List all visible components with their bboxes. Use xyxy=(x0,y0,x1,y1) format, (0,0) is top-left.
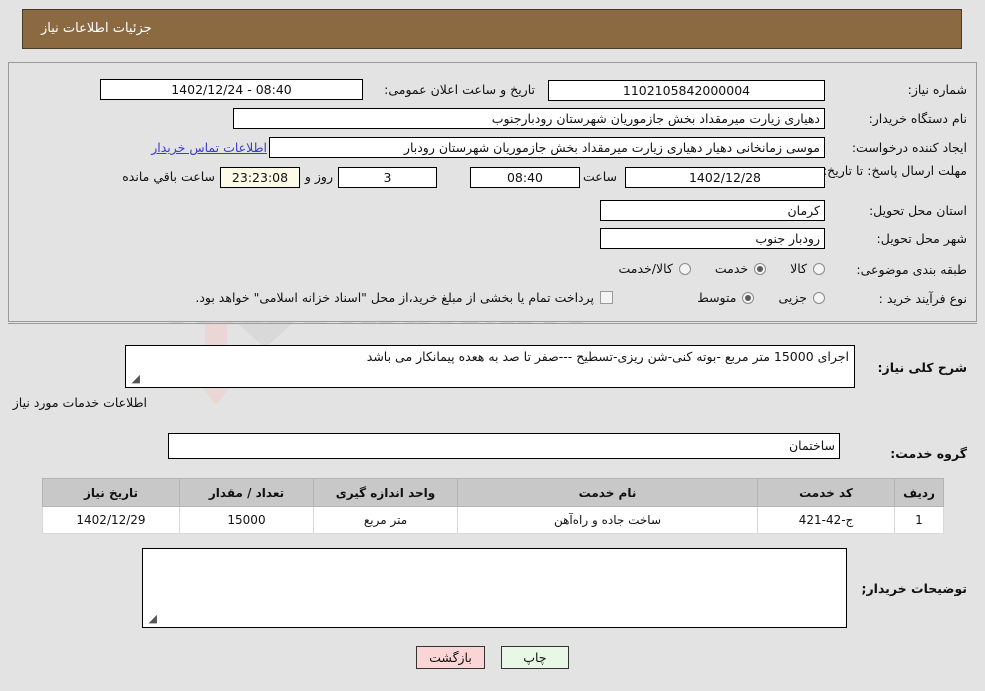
remaining-time-field: 23:23:08 xyxy=(220,167,300,188)
classification-radio-1[interactable] xyxy=(754,262,767,275)
td-service-name: ساخت جاده و راه‌آهن xyxy=(457,506,758,534)
buyer-org-field: دهیاری زیارت میرمقداد بخش جازموریان شهرس… xyxy=(233,108,825,129)
process-radio-0[interactable] xyxy=(813,291,825,304)
request-creator-label: ایجاد کننده درخواست: xyxy=(851,140,967,155)
service-group-label: گروه خدمت: xyxy=(890,446,967,461)
process-type-radio-group: جزیی متوسط xyxy=(679,290,825,305)
td-unit: متر مربع xyxy=(313,506,458,534)
classification-radio-0[interactable] xyxy=(813,262,825,275)
services-section-title: اطلاعات خدمات مورد نیاز xyxy=(12,395,147,410)
td-need-date: 1402/12/29 xyxy=(42,506,180,534)
td-quantity: 15000 xyxy=(179,506,314,534)
request-creator-field: موسی زمانخانی دهیار دهیاری زیارت میرمقدا… xyxy=(269,137,825,158)
panel-divider xyxy=(8,323,977,324)
th-row-index: ردیف xyxy=(894,478,944,507)
process-option-label-0: جزیی xyxy=(778,290,807,305)
page-header: جزئیات اطلاعات نیاز xyxy=(22,9,962,49)
classification-option-label-0: کالا xyxy=(790,261,807,276)
need-number-field: 1102105842000004 xyxy=(548,80,825,101)
announce-datetime-label: تاریخ و ساعت اعلان عمومی: xyxy=(384,82,535,97)
response-deadline-label: مهلت ارسال پاسخ: تا تاریخ: xyxy=(822,163,967,178)
delivery-province-field: کرمان xyxy=(600,200,825,221)
treasury-checkbox[interactable] xyxy=(600,291,613,304)
th-unit: واحد اندازه گیری xyxy=(313,478,458,507)
service-group-field: ساختمان xyxy=(168,433,840,459)
classification-label: طبقه بندی موضوعی: xyxy=(856,262,967,277)
buyer-notes-label: توضیحات خریدار; xyxy=(861,581,967,596)
classification-radio-2[interactable] xyxy=(678,262,691,275)
need-number-label: شماره نیاز: xyxy=(907,82,967,97)
need-summary-label: شرح کلی نیاز: xyxy=(877,360,967,375)
page-title: جزئیات اطلاعات نیاز xyxy=(41,21,152,36)
delivery-province-label: استان محل تحویل: xyxy=(868,203,967,218)
th-service-name: نام خدمت xyxy=(457,478,758,507)
th-need-date: تاریخ نیاز xyxy=(42,478,180,507)
deadline-hour-field: 08:40 xyxy=(470,167,580,188)
treasury-checkbox-group: پرداخت تمام یا بخشی از مبلغ خرید،از محل … xyxy=(195,290,613,305)
table-row: 1 ج-42-421 ساخت جاده و راه‌آهن متر مربع … xyxy=(42,506,944,534)
page-root: V AriaTender.net جزئیات اطلاعات نیاز شما… xyxy=(0,0,985,691)
treasury-checkbox-label: پرداخت تمام یا بخشی از مبلغ خرید،از محل … xyxy=(195,290,594,305)
process-type-label: نوع فرآیند خرید : xyxy=(878,291,967,306)
table-header-row: ردیف کد خدمت نام خدمت واحد اندازه گیری ت… xyxy=(42,478,944,507)
announce-datetime-field: 08:40 - 1402/12/24 xyxy=(100,79,363,100)
back-button[interactable]: بازگشت xyxy=(416,646,485,669)
delivery-city-label: شهر محل تحویل: xyxy=(876,231,967,246)
td-service-code: ج-42-421 xyxy=(757,506,895,534)
th-service-code: کد خدمت xyxy=(757,478,895,507)
buyer-notes-textarea[interactable] xyxy=(142,548,847,628)
deadline-date-field: 1402/12/28 xyxy=(625,167,825,188)
remaining-days-field: 3 xyxy=(338,167,437,188)
td-row-index: 1 xyxy=(894,506,944,534)
th-quantity: تعداد / مقدار xyxy=(179,478,314,507)
process-radio-1[interactable] xyxy=(742,291,755,304)
buyer-contact-link[interactable]: اطلاعات تماس خریدار xyxy=(151,140,267,155)
remaining-days-label: روز و xyxy=(304,169,333,184)
deadline-hour-label: ساعت xyxy=(582,169,617,184)
need-summary-textarea[interactable]: اجرای 15000 متر مربع -بوته کنی-شن ریزی-ت… xyxy=(125,345,855,388)
action-buttons: بازگشت چاپ xyxy=(0,646,985,669)
classification-option-label-1: خدمت xyxy=(714,261,749,276)
delivery-city-field: رودبار جنوب xyxy=(600,228,825,249)
print-button[interactable]: چاپ xyxy=(500,646,569,669)
buyer-org-label: نام دستگاه خریدار: xyxy=(868,111,967,126)
need-info-panel xyxy=(8,62,977,322)
process-option-label-1: متوسط xyxy=(697,290,737,305)
services-table: ردیف کد خدمت نام خدمت واحد اندازه گیری ت… xyxy=(42,478,944,534)
classification-radio-group: کالا خدمت کالا/خدمت xyxy=(600,261,825,276)
services-table-wrapper: ردیف کد خدمت نام خدمت واحد اندازه گیری ت… xyxy=(42,478,944,534)
remaining-time-suffix: ساعت باقي مانده xyxy=(122,169,215,184)
classification-option-label-2: کالا/خدمت xyxy=(618,261,673,276)
